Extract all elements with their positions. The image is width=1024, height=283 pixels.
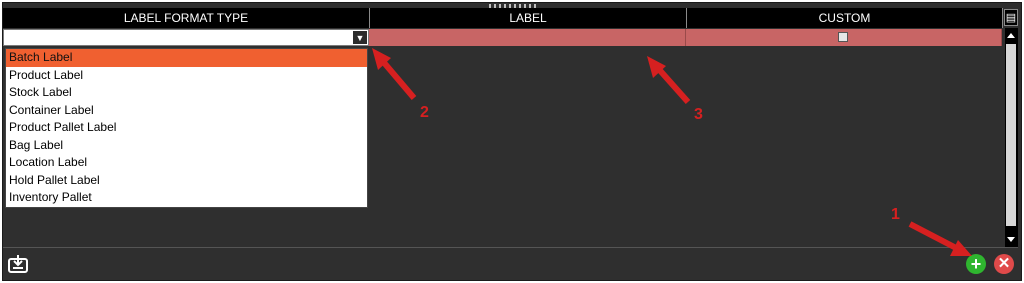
- dropdown-item[interactable]: Hold Pallet Label: [6, 172, 367, 190]
- dropdown-item[interactable]: Batch Label: [6, 49, 367, 67]
- column-header-label-format-type[interactable]: LABEL FORMAT TYPE: [3, 8, 370, 28]
- vertical-scrollbar[interactable]: [1005, 28, 1018, 248]
- label-cell[interactable]: [369, 29, 686, 46]
- grid-header: LABEL FORMAT TYPE LABEL CUSTOM: [3, 8, 1003, 28]
- column-header-custom[interactable]: CUSTOM: [687, 8, 1003, 28]
- annotation-number-1: 1: [891, 206, 900, 223]
- dropdown-item[interactable]: Bag Label: [6, 137, 367, 155]
- label-format-type-select[interactable]: ▼: [3, 29, 369, 46]
- close-icon: ✕: [997, 255, 1011, 272]
- scroll-down-icon[interactable]: [1007, 237, 1015, 242]
- dropdown-item[interactable]: Product Pallet Label: [6, 119, 367, 137]
- annotation-number-2: 2: [420, 104, 429, 121]
- label-format-type-dropdown: Batch Label Product Label Stock Label Co…: [5, 48, 368, 208]
- column-chooser-icon[interactable]: ▤: [1004, 9, 1018, 26]
- custom-checkbox[interactable]: [838, 32, 848, 42]
- dropdown-item[interactable]: Location Label: [6, 154, 367, 172]
- dropdown-item[interactable]: Inventory Pallet: [6, 189, 367, 207]
- chevron-down-icon[interactable]: ▼: [353, 31, 367, 44]
- dropdown-item[interactable]: Stock Label: [6, 84, 367, 102]
- column-header-label[interactable]: LABEL: [370, 8, 687, 28]
- table-row[interactable]: ▼: [3, 29, 1003, 46]
- delete-row-button[interactable]: ✕: [994, 254, 1014, 274]
- grid-footer: + ✕: [3, 247, 1018, 278]
- plus-icon: +: [970, 254, 982, 274]
- scroll-up-icon[interactable]: [1007, 33, 1015, 38]
- dropdown-item[interactable]: Product Label: [6, 67, 367, 85]
- scrollbar-thumb[interactable]: [1006, 44, 1016, 226]
- custom-cell[interactable]: [686, 29, 1002, 46]
- annotation-number-3: 3: [694, 106, 703, 123]
- export-icon[interactable]: [8, 253, 28, 273]
- add-row-button[interactable]: +: [966, 254, 986, 274]
- dropdown-item[interactable]: Container Label: [6, 102, 367, 120]
